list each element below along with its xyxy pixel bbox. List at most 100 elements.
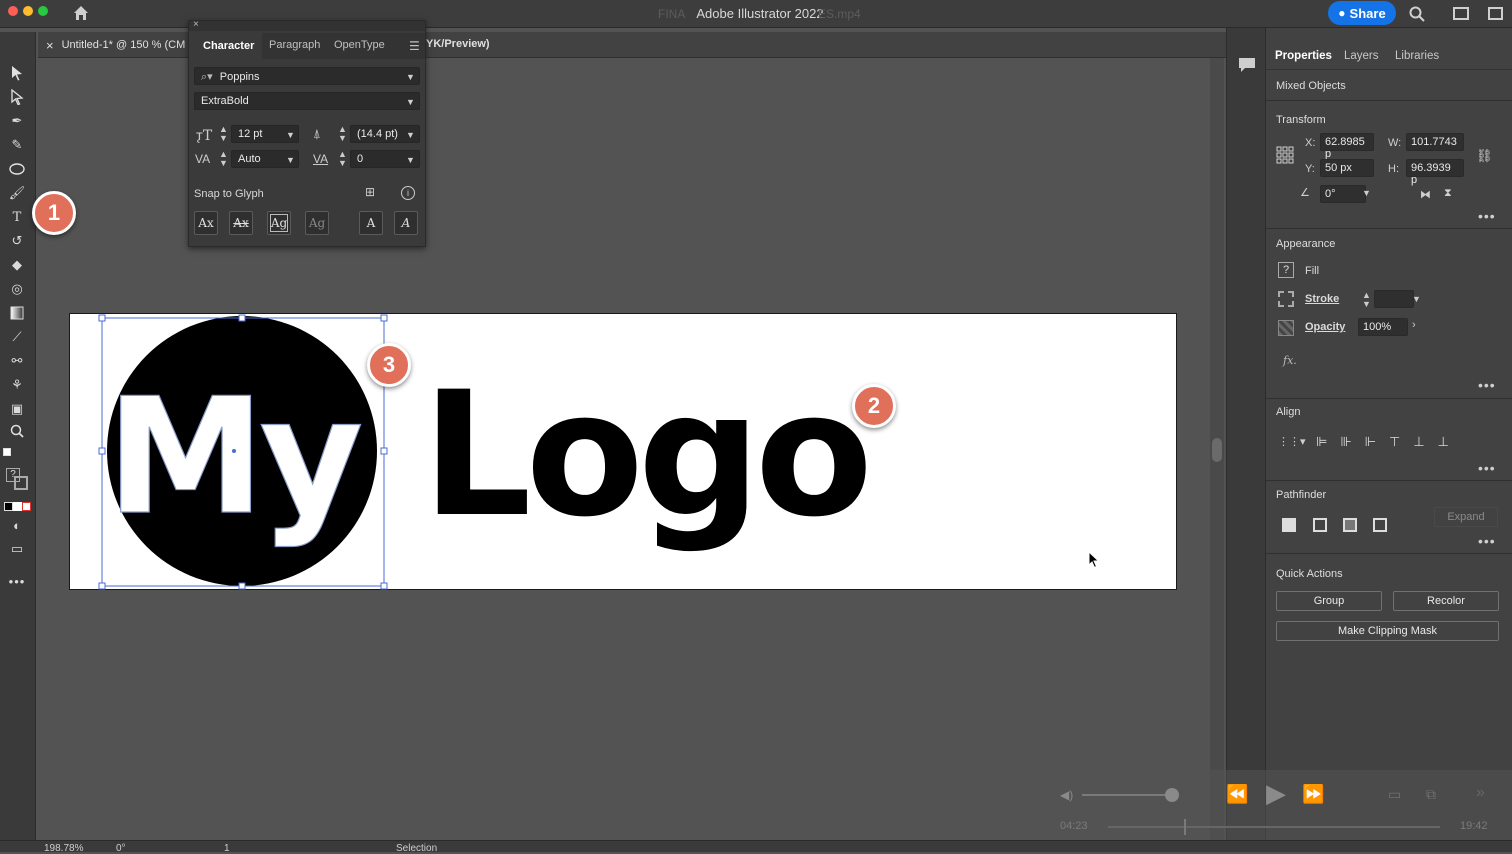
airplay-icon[interactable]: ▭ bbox=[1388, 786, 1401, 803]
draw-mode-icon[interactable]: ◐ bbox=[6, 516, 28, 534]
more-options-icon[interactable]: ••• bbox=[1478, 208, 1496, 224]
lasso-tool-icon[interactable]: ◎ bbox=[6, 280, 28, 298]
logo-word-text[interactable]: Logo bbox=[422, 354, 873, 555]
stroke-swatch[interactable] bbox=[1278, 291, 1294, 307]
none-mode-icon[interactable] bbox=[22, 502, 31, 511]
font-family-field[interactable]: ⌕▾ Poppins bbox=[194, 67, 420, 85]
chevron-down-icon[interactable]: ▼ bbox=[286, 130, 295, 140]
snap-angular-guides-button[interactable]: A bbox=[359, 211, 383, 235]
height-field[interactable]: 96.3939 p bbox=[1406, 159, 1464, 186]
unite-icon[interactable] bbox=[1282, 518, 1296, 532]
align-right-icon[interactable]: ⊩ bbox=[1365, 434, 1389, 449]
minus-front-icon[interactable] bbox=[1313, 518, 1327, 532]
tab-layers[interactable]: Layers bbox=[1344, 50, 1379, 62]
workspace-switcher-icon[interactable] bbox=[1453, 7, 1469, 20]
rewind-icon[interactable]: ⏪ bbox=[1226, 784, 1248, 805]
chevron-down-icon[interactable]: ▼ bbox=[406, 155, 415, 165]
eyedropper-tool-icon[interactable]: ⟋ bbox=[6, 328, 28, 346]
align-left-icon[interactable]: ⊫ bbox=[1316, 434, 1340, 449]
volume-slider[interactable] bbox=[1082, 794, 1172, 796]
reference-point-icon[interactable] bbox=[1276, 146, 1294, 164]
width-field[interactable]: 101.7743 bbox=[1406, 133, 1464, 151]
fx-icon[interactable]: fx. bbox=[1283, 354, 1297, 367]
snap-baseline-button[interactable]: Ax bbox=[194, 211, 218, 235]
vertical-scrollbar-thumb[interactable] bbox=[1212, 438, 1222, 462]
share-button[interactable]: ● Share bbox=[1328, 1, 1396, 25]
artboard-tool-icon[interactable]: ▣ bbox=[6, 400, 28, 418]
panel-toggle-icon[interactable] bbox=[1488, 7, 1503, 20]
tab-libraries[interactable]: Libraries bbox=[1395, 50, 1439, 62]
chevron-right-icon[interactable]: › bbox=[1412, 319, 1416, 331]
home-icon[interactable] bbox=[72, 4, 90, 22]
tab-properties[interactable]: Properties bbox=[1275, 50, 1332, 62]
tracking-stepper[interactable]: ▲ ▼ bbox=[338, 150, 347, 168]
snap-glyph-bounds-button[interactable]: Ag bbox=[267, 211, 291, 235]
tab-opentype[interactable]: OpenType bbox=[334, 39, 385, 51]
document-tab[interactable]: × Untitled-1* @ 150 % (CM bbox=[40, 33, 191, 57]
panel-drag-bar[interactable]: × bbox=[189, 19, 425, 31]
blend-tool-icon[interactable]: ⚯ bbox=[6, 352, 28, 370]
close-window-button[interactable] bbox=[8, 6, 18, 16]
play-icon[interactable]: ▶ bbox=[1266, 778, 1286, 809]
stroke-label[interactable]: Stroke bbox=[1305, 293, 1339, 305]
tab-character[interactable]: Character bbox=[189, 33, 263, 59]
align-to-icon[interactable]: ⋮⋮▾ bbox=[1278, 435, 1306, 448]
exclude-icon[interactable] bbox=[1373, 518, 1387, 532]
maximize-window-button[interactable] bbox=[38, 6, 48, 16]
ellipse-tool-icon[interactable] bbox=[6, 160, 28, 178]
edit-toolbar-icon[interactable]: ••• bbox=[6, 572, 28, 590]
eraser-tool-icon[interactable]: ◆ bbox=[6, 256, 28, 274]
artboard[interactable]: My Logo bbox=[69, 313, 1177, 590]
chevron-right-icon[interactable]: » bbox=[1476, 784, 1485, 802]
paintbrush-tool-icon[interactable]: 🖌 bbox=[6, 184, 28, 202]
constrain-proportions-icon[interactable]: ⛓ bbox=[1476, 148, 1493, 164]
group-button[interactable]: Group bbox=[1276, 591, 1382, 611]
align-buttons-row[interactable]: ⊫⊪⊩⊤⊥⊥ bbox=[1316, 434, 1462, 450]
rotate-field[interactable]: 0° bbox=[1320, 185, 1366, 203]
chevron-down-icon[interactable]: ▼ bbox=[406, 97, 415, 107]
align-bottom-icon[interactable]: ⊥ bbox=[1438, 434, 1462, 449]
expand-button[interactable]: Expand bbox=[1434, 507, 1498, 527]
stroke-weight-field[interactable] bbox=[1374, 290, 1414, 308]
more-options-icon[interactable]: ••• bbox=[1478, 377, 1496, 393]
snap-proximity-guides-button[interactable]: Ag bbox=[305, 211, 329, 235]
logo-my-text[interactable]: My bbox=[105, 362, 367, 550]
snap-anchor-point-button[interactable]: A bbox=[394, 211, 418, 235]
info-icon[interactable]: i bbox=[401, 186, 415, 200]
selection-tool-icon[interactable] bbox=[6, 64, 28, 82]
vertical-scrollbar[interactable] bbox=[1210, 58, 1224, 840]
symbol-sprayer-tool-icon[interactable]: ⚘ bbox=[6, 376, 28, 394]
opacity-label[interactable]: Opacity bbox=[1305, 321, 1345, 333]
x-position-field[interactable]: 62.8985 p bbox=[1320, 133, 1374, 160]
opacity-field[interactable]: 100% bbox=[1358, 318, 1408, 336]
align-vcenter-icon[interactable]: ⊥ bbox=[1413, 434, 1437, 449]
kerning-stepper[interactable]: ▲ ▼ bbox=[219, 150, 228, 168]
recolor-button[interactable]: Recolor bbox=[1393, 591, 1499, 611]
intersect-icon[interactable] bbox=[1343, 518, 1357, 532]
stroke-swatch-icon[interactable] bbox=[14, 476, 28, 490]
panel-menu-icon[interactable]: ☰ bbox=[409, 39, 420, 53]
y-position-field[interactable]: 50 px bbox=[1320, 159, 1374, 177]
artboard-number[interactable]: 1 bbox=[224, 843, 230, 854]
more-options-icon[interactable]: ••• bbox=[1478, 533, 1496, 549]
rotation-value[interactable]: 0° bbox=[116, 843, 126, 854]
zoom-tool-icon[interactable] bbox=[6, 422, 28, 440]
default-colors-icon[interactable] bbox=[3, 448, 11, 456]
leading-stepper[interactable]: ▲ ▼ bbox=[338, 125, 347, 143]
gradient-tool-icon[interactable] bbox=[6, 304, 28, 322]
video-progress-thumb[interactable] bbox=[1184, 819, 1186, 835]
chevron-down-icon[interactable]: ▼ bbox=[406, 72, 415, 82]
align-top-icon[interactable]: ⊤ bbox=[1389, 434, 1413, 449]
close-panel-icon[interactable]: × bbox=[193, 19, 199, 30]
font-style-field[interactable]: ExtraBold bbox=[194, 92, 420, 110]
type-tool-icon[interactable]: T bbox=[6, 208, 28, 226]
curvature-tool-icon[interactable]: ✎ bbox=[6, 136, 28, 154]
flip-horizontal-icon[interactable]: ⧓ bbox=[1420, 188, 1431, 201]
rotate-tool-icon[interactable]: ↺ bbox=[6, 232, 28, 250]
fill-swatch[interactable]: ? bbox=[1278, 262, 1294, 278]
zoom-level[interactable]: 198.78% bbox=[44, 843, 83, 854]
font-size-stepper[interactable]: ▲ ▼ bbox=[219, 125, 228, 143]
chevron-down-icon[interactable]: ▼ bbox=[406, 130, 415, 140]
glyph-options-icon[interactable]: ⊞ bbox=[365, 185, 375, 199]
volume-thumb[interactable] bbox=[1165, 788, 1179, 802]
